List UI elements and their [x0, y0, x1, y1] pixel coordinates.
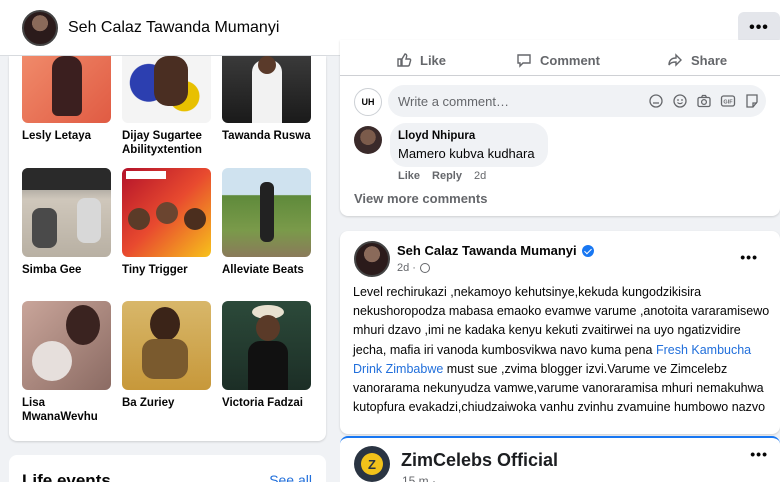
friend-tile[interactable]: Simba Gee — [22, 168, 112, 277]
post-actions-bar: Like Comment Share — [340, 42, 780, 76]
post-time-text[interactable]: 2d · — [397, 262, 416, 274]
comment-like-link[interactable]: Like — [398, 170, 420, 182]
post-author-avatar[interactable] — [354, 241, 390, 277]
friend-tile[interactable]: Tawanda Ruswa — [222, 56, 312, 143]
post-body: Level rechirukazi ,nekamoyo kehutsinye,k… — [353, 283, 773, 417]
friend-tile[interactable]: Ba Zuriey — [122, 301, 212, 410]
friend-tile[interactable]: Lesly Letaya — [22, 56, 112, 143]
friend-name[interactable]: Dijay Sugartee Abilityxtention — [122, 129, 212, 157]
share-icon — [668, 53, 682, 67]
page-name[interactable]: ZimCelebs Official — [401, 450, 558, 471]
view-more-comments-link[interactable]: View more comments — [354, 191, 487, 206]
friend-tile[interactable]: Alleviate Beats — [222, 168, 312, 277]
friend-name[interactable]: Lesly Letaya — [22, 129, 112, 143]
post-author: Seh Calaz Tawanda Mumanyi — [397, 243, 594, 258]
zimcelebs-logo: Z — [361, 453, 383, 475]
comment-author[interactable]: Lloyd Nhipura — [398, 130, 475, 142]
friend-tile[interactable]: Lisa MwanaWevhu — [22, 301, 112, 424]
page-avatar[interactable]: Z — [354, 446, 390, 482]
post-card: Seh Calaz Tawanda Mumanyi 2d · ••• Level… — [340, 231, 780, 434]
like-button[interactable]: Like — [396, 52, 446, 68]
friend-name[interactable]: Lisa MwanaWevhu — [22, 396, 112, 424]
comment-button[interactable]: Comment — [516, 52, 600, 68]
previous-post-footer: Like Comment Share UH Write a comment… G… — [340, 40, 780, 216]
friend-photo[interactable] — [122, 56, 211, 123]
avatar-sticker-icon[interactable] — [648, 93, 664, 109]
friend-name[interactable]: Victoria Fadzai — [222, 396, 312, 410]
comment-input[interactable]: Write a comment… GIF — [388, 85, 766, 117]
friend-photo[interactable] — [22, 301, 111, 390]
post-time-text[interactable]: 15 m · — [402, 474, 436, 482]
post-card: Z ZimCelebs Official ••• 15 m · — [340, 436, 780, 482]
emoji-icon[interactable] — [672, 93, 688, 109]
comment-bubble: Lloyd Nhipura Mamero kubva kudhara — [390, 123, 548, 167]
commenter-avatar[interactable]: UH — [354, 88, 382, 116]
friends-card: Lesly Letaya Dijay Sugartee Abilityxtent… — [9, 56, 326, 441]
camera-icon[interactable] — [696, 93, 712, 109]
friend-name[interactable]: Tawanda Ruswa — [222, 129, 312, 143]
comment-text: Mamero kubva kudhara — [398, 146, 535, 161]
friend-tile[interactable]: Dijay Sugartee Abilityxtention — [122, 56, 212, 157]
friend-photo[interactable] — [222, 301, 311, 390]
post-author-name[interactable]: Seh Calaz Tawanda Mumanyi — [397, 243, 577, 258]
like-label: Like — [420, 52, 447, 68]
share-label: Share — [691, 52, 728, 68]
comment-icon — [517, 54, 531, 68]
sticker-icon[interactable] — [744, 93, 760, 109]
post-more-button[interactable]: ••• — [740, 249, 758, 265]
post-more-button[interactable]: ••• — [750, 446, 768, 462]
friend-tile[interactable]: Victoria Fadzai — [222, 301, 312, 410]
svg-text:GIF: GIF — [723, 100, 733, 106]
comment-label: Comment — [540, 52, 600, 68]
friend-name[interactable]: Tiny Trigger — [122, 263, 212, 277]
friend-photo[interactable] — [22, 168, 111, 257]
share-button[interactable]: Share — [667, 52, 727, 68]
globe-icon — [419, 263, 430, 273]
comment-time[interactable]: 2d — [474, 170, 486, 182]
verified-badge-icon — [581, 244, 594, 257]
profile-name[interactable]: Seh Calaz Tawanda Mumanyi — [68, 19, 279, 37]
friend-photo[interactable] — [222, 168, 311, 257]
life-events-title: Life events — [22, 471, 111, 482]
friend-photo[interactable] — [22, 56, 111, 123]
comment-reply-link[interactable]: Reply — [432, 170, 462, 182]
friend-name[interactable]: Simba Gee — [22, 263, 112, 277]
profile-avatar[interactable] — [22, 10, 58, 46]
friend-photo[interactable] — [222, 56, 311, 123]
comment-placeholder: Write a comment… — [398, 94, 510, 109]
commenter-avatar[interactable] — [354, 126, 382, 154]
friend-name[interactable]: Alleviate Beats — [222, 263, 312, 277]
friend-tile[interactable]: Tiny Trigger — [122, 168, 212, 277]
friend-name[interactable]: Ba Zuriey — [122, 396, 212, 410]
friend-photo[interactable] — [122, 301, 211, 390]
see-all-link[interactable]: See all — [269, 472, 312, 482]
thumbs-up-icon — [397, 53, 412, 67]
life-events-card: Life events See all — [9, 455, 326, 482]
composer-icons: GIF — [648, 93, 760, 109]
comment-meta: Like Reply 2d — [398, 170, 486, 182]
gif-icon[interactable]: GIF — [720, 93, 736, 109]
friend-photo[interactable] — [122, 168, 211, 257]
post-timestamp: 2d · — [397, 262, 430, 274]
